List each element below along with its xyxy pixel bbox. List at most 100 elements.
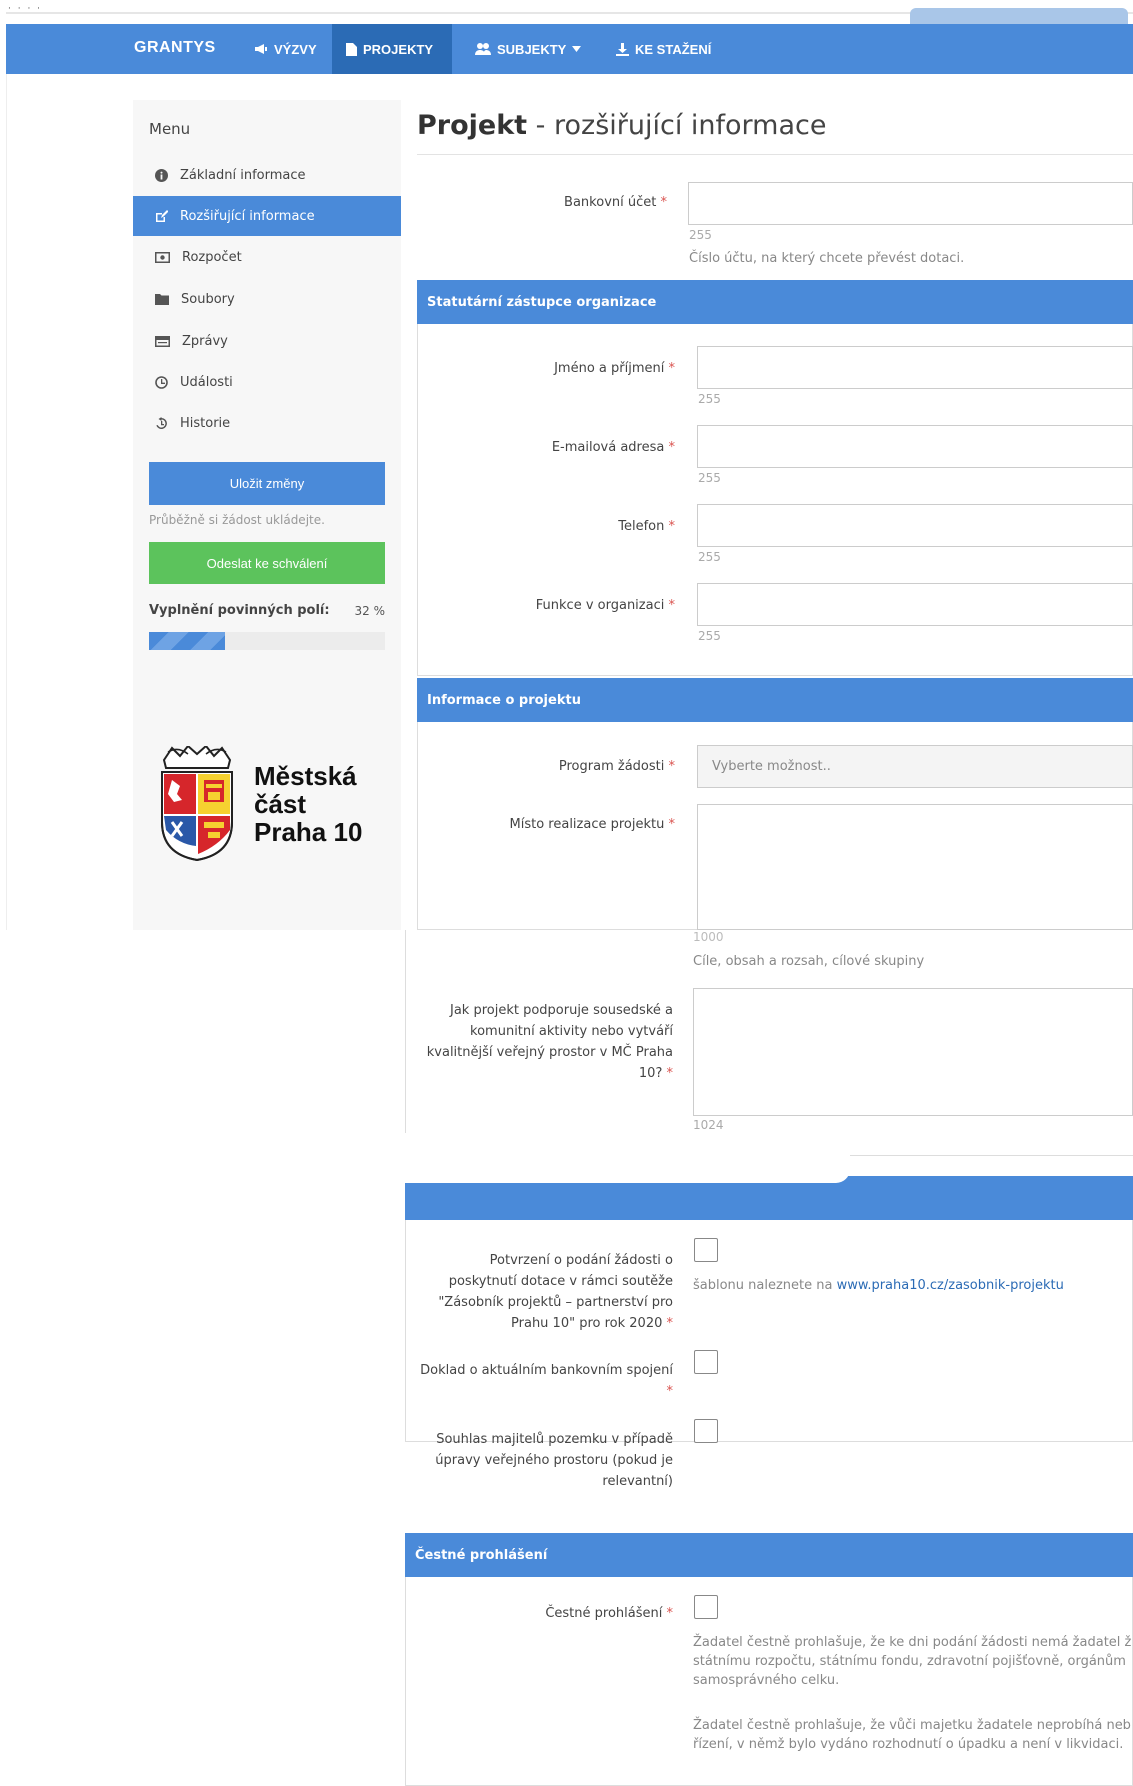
sidebar-item-soubory[interactable]: Soubory (133, 279, 401, 319)
browser-top-strip: · · · · (0, 0, 1133, 34)
honor-text-line: Žadatel čestně prohlašuje, že ke dni pod… (693, 1635, 1132, 1650)
nav-item-label: KE STAŽENÍ (635, 41, 712, 57)
progress-percent: 32 % (354, 604, 386, 618)
bank-doc-label-text: Doklad o aktuálním bankovním spojení (420, 1363, 673, 1378)
full-name-label: Jméno a příjmení * (481, 358, 675, 379)
sidebar-item-rozpocet[interactable]: Rozpočet (133, 237, 401, 277)
honor-text-1: Žadatel čestně prohlašuje, že ke dni pod… (693, 1633, 1131, 1690)
nav-item-subjekty[interactable]: SUBJEKTY (461, 24, 595, 74)
honor-label-text: Čestné prohlášení (545, 1606, 663, 1621)
position-label: Funkce v organizaci * (481, 595, 675, 616)
char-counter: 1000 (693, 930, 724, 944)
nav-item-label: VÝZVY (274, 41, 317, 57)
progress-bar-fill (149, 632, 225, 650)
owner-consent-checkbox[interactable] (694, 1419, 718, 1443)
save-hint: Průběžně si žádost ukládejte. (149, 513, 325, 527)
progress-bar (149, 632, 385, 650)
save-button[interactable]: Uložit změny (149, 462, 385, 505)
sidebar: Menu Základní informace Rozšiřující info… (133, 100, 401, 930)
template-link[interactable]: www.praha10.cz/zasobnik-projektu (837, 1278, 1064, 1293)
char-counter: 255 (698, 550, 721, 564)
sidebar-item-zakladni-informace[interactable]: Základní informace (133, 155, 401, 195)
program-select[interactable]: Vyberte možnost.. (697, 745, 1133, 788)
support-label: Jak projekt podporuje sousedské a komuni… (425, 1000, 673, 1084)
nav-item-vyzvy[interactable]: VÝZVY (240, 24, 331, 74)
nav-item-projekty[interactable]: PROJEKTY (332, 24, 452, 74)
place-label: Místo realizace projektu * (441, 814, 675, 835)
bank-account-input[interactable] (688, 182, 1133, 225)
honor-checkbox[interactable] (694, 1595, 718, 1619)
phone-label-text: Telefon (618, 519, 665, 534)
char-counter: 255 (698, 392, 721, 406)
program-label: Program žádosti * (481, 756, 675, 777)
sidebar-item-rozsirujici-informace[interactable]: Rozšiřující informace (133, 196, 401, 236)
phone-input[interactable] (697, 504, 1133, 547)
menu-title: Menu (149, 120, 191, 138)
sidebar-item-udalosti[interactable]: Události (133, 362, 401, 402)
megaphone-icon (255, 44, 267, 54)
history-icon (156, 416, 167, 429)
email-label: E-mailová adresa * (481, 437, 675, 458)
nav-item-ke-stazeni[interactable]: KE STAŽENÍ (602, 24, 725, 74)
required-mark: * (666, 1384, 674, 1399)
required-mark: * (668, 519, 676, 534)
nav-item-label: PROJEKTY (363, 41, 434, 57)
sidebar-item-zpravy[interactable]: Zprávy (133, 321, 401, 361)
required-mark: * (666, 1316, 674, 1331)
required-mark: * (668, 598, 676, 613)
confirmation-help-text: šablonu naleznete na (693, 1278, 837, 1293)
required-mark: * (668, 440, 676, 455)
message-icon (155, 335, 170, 347)
submit-for-approval-button[interactable]: Odeslat ke schválení (149, 542, 385, 584)
email-input[interactable] (697, 425, 1133, 468)
bank-account-label: Bankovní účet * (481, 192, 667, 213)
sidebar-item-historie[interactable]: Historie (133, 403, 401, 443)
owner-consent-label: Souhlas majitelů pozemku v případě úprav… (419, 1429, 673, 1492)
users-icon (475, 43, 491, 55)
sidebar-item-label: Zprávy (182, 333, 228, 349)
info-icon (155, 168, 168, 182)
sidebar-item-label: Základní informace (180, 167, 306, 183)
panel-edge (405, 930, 406, 1156)
place-help: Cíle, obsah a rozsah, cílové skupiny (693, 954, 925, 969)
chevron-down-icon (572, 46, 582, 52)
logo-text: Městská část Praha 10 (254, 762, 362, 846)
section-heading-project-info: Informace o projektu (417, 678, 1133, 722)
honor-text-line: samosprávného celku. (693, 1673, 840, 1688)
logo-text-line: Městská (254, 761, 357, 791)
edit-icon (156, 209, 168, 222)
support-textarea[interactable] (693, 988, 1133, 1116)
download-icon (616, 42, 629, 56)
folder-icon (155, 293, 169, 305)
sidebar-item-label: Soubory (181, 291, 235, 307)
document-icon (346, 42, 357, 56)
required-mark: * (668, 361, 676, 376)
required-mark: * (660, 195, 668, 210)
full-name-label-text: Jméno a příjmení (554, 361, 665, 376)
blank-overlap (405, 1133, 850, 1183)
bank-account-help: Číslo účtu, na který chcete převést dota… (689, 251, 965, 266)
char-counter: 255 (698, 471, 721, 485)
sidebar-item-label: Historie (180, 415, 231, 431)
blank-area (0, 930, 405, 1786)
phone-label: Telefon * (481, 516, 675, 537)
logo-text-line: Praha 10 (254, 817, 363, 847)
required-mark: * (668, 817, 676, 832)
position-input[interactable] (697, 583, 1133, 626)
honor-text-line: Žadatel čestně prohlašuje, že vůči majet… (693, 1718, 1131, 1733)
clock-icon (155, 375, 168, 389)
confirmation-checkbox[interactable] (694, 1238, 718, 1262)
char-counter: 255 (689, 228, 712, 242)
char-counter: 255 (698, 629, 721, 643)
bank-doc-checkbox[interactable] (694, 1350, 718, 1374)
brand-logo[interactable]: GRANTYS (134, 39, 216, 57)
sidebar-item-label: Události (180, 374, 233, 390)
navbar: GRANTYS VÝZVY PROJEKTY SUBJEKTY KE STAŽE… (6, 24, 1133, 74)
honor-text-2: Žadatel čestně prohlašuje, že vůči majet… (693, 1716, 1131, 1754)
position-label-text: Funkce v organizaci (535, 598, 665, 613)
page-title: Projekt - rozšiřující informace (417, 110, 826, 141)
progress-label: Vyplnění povinných polí: (149, 603, 330, 618)
praha10-logo: Městská část Praha 10 (158, 746, 362, 862)
full-name-input[interactable] (697, 346, 1133, 389)
place-textarea[interactable] (697, 804, 1133, 930)
